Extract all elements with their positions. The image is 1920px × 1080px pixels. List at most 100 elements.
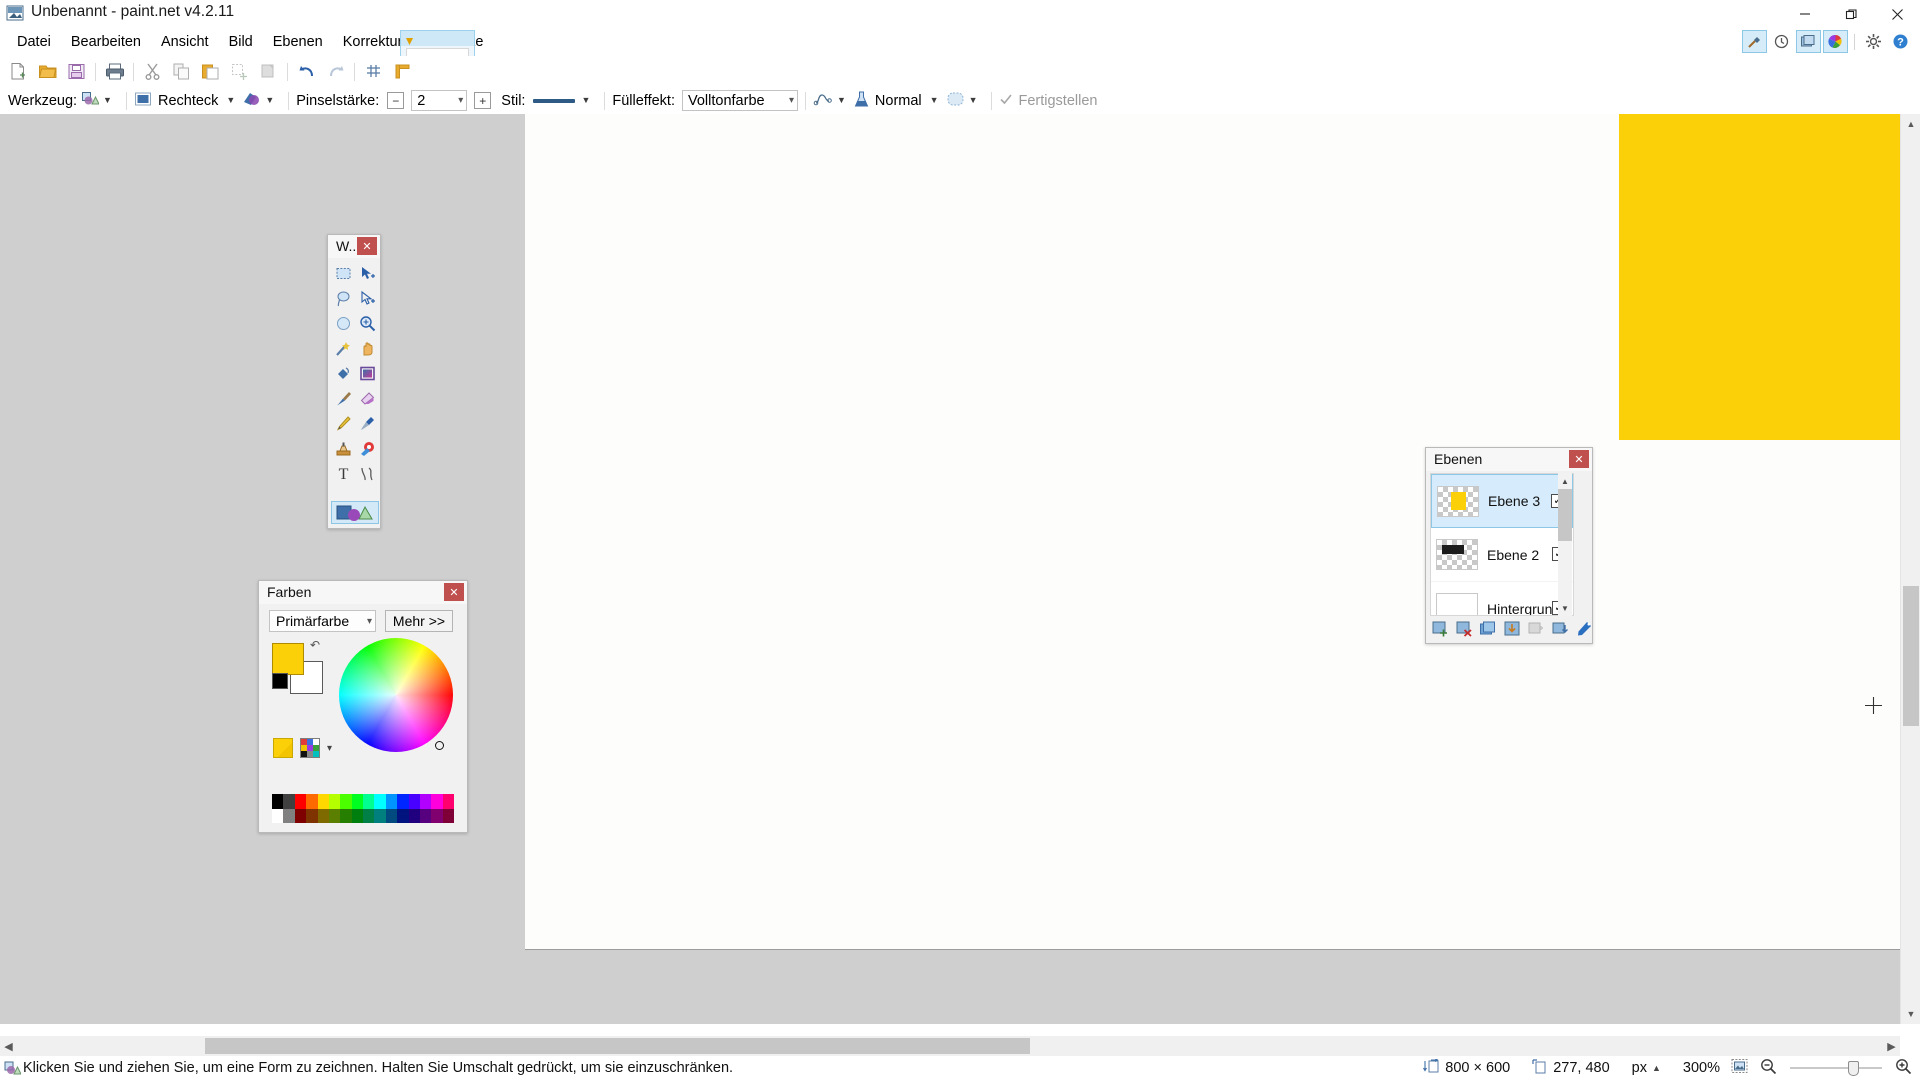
tool-pencil[interactable] <box>331 411 355 436</box>
color-mode-select[interactable]: Primärfarbe ▾ <box>269 610 376 632</box>
tool-paintbrush[interactable] <box>331 386 355 411</box>
shapes-tool-icon[interactable] <box>81 90 100 112</box>
layer-row-ebene-2[interactable]: Ebene 2 ✓ <box>1431 528 1573 582</box>
blend-mode-caret-icon[interactable]: ▼ <box>930 96 939 105</box>
tool-shapes[interactable] <box>331 501 379 524</box>
palette-swatch[interactable] <box>397 794 409 809</box>
zoom-in-icon[interactable] <box>1895 1058 1912 1079</box>
canvas-work-area[interactable] <box>0 114 1920 1024</box>
palette-swatch[interactable] <box>328 794 341 809</box>
palette-swatch[interactable] <box>328 808 341 823</box>
palette-swatch[interactable] <box>272 794 284 809</box>
tool-recolor[interactable] <box>355 436 379 461</box>
yellow-rectangle-shape[interactable] <box>1619 114 1914 440</box>
delete-layer-button[interactable] <box>1454 619 1474 639</box>
fit-to-window-icon[interactable] <box>1731 1058 1748 1078</box>
palette-swatch[interactable] <box>431 794 443 809</box>
fill-effect-select[interactable]: Volltonfarbe ▾ <box>681 90 798 111</box>
colors-window-titlebar[interactable]: Farben ✕ <box>259 581 467 604</box>
swap-colors-icon[interactable]: ↶ <box>310 638 320 652</box>
canvas-container[interactable] <box>525 114 1920 1061</box>
color-palette[interactable] <box>272 794 454 823</box>
canvas-page[interactable] <box>525 114 1915 950</box>
tool-move-selected[interactable] <box>355 261 379 286</box>
zoom-slider-thumb[interactable] <box>1848 1061 1859 1076</box>
chevron-up-icon[interactable]: ▲ <box>1901 114 1920 134</box>
palette-swatch[interactable] <box>363 808 375 823</box>
palette-swatch[interactable] <box>385 794 398 809</box>
chevron-down-icon[interactable]: ▼ <box>1558 600 1572 616</box>
layer-scroll-thumb[interactable] <box>1558 489 1572 541</box>
tool-move-selection[interactable] <box>355 286 379 311</box>
reset-colors-swatch[interactable] <box>272 673 288 689</box>
redo-button[interactable] <box>321 58 350 85</box>
merge-layer-down-button[interactable] <box>1502 619 1522 639</box>
vertical-scroll-thumb[interactable] <box>1903 586 1919 726</box>
tool-ellipse-select[interactable] <box>331 311 355 336</box>
tool-color-picker[interactable] <box>355 411 379 436</box>
tool-lasso-select[interactable] <box>331 286 355 311</box>
palette-swatch[interactable] <box>408 794 420 809</box>
palette-swatch[interactable] <box>419 808 432 823</box>
palette-swatch[interactable] <box>374 794 386 809</box>
print-button[interactable] <box>100 58 129 85</box>
zoom-slider[interactable] <box>1790 1060 1882 1076</box>
tool-rectangle-select[interactable] <box>331 261 355 286</box>
tool-eraser[interactable] <box>355 386 379 411</box>
paste-button[interactable] <box>196 58 225 85</box>
horizontal-scroll-thumb[interactable] <box>205 1038 1030 1054</box>
layer-properties-button[interactable] <box>1574 619 1594 639</box>
layers-window-titlebar[interactable]: Ebenen ✕ <box>1426 448 1592 471</box>
line-style-icon[interactable] <box>533 98 576 103</box>
palette-swatch[interactable] <box>363 794 375 809</box>
save-button[interactable] <box>62 58 91 85</box>
tools-window-titlebar[interactable]: W... ✕ <box>328 235 380 258</box>
shape-dropdown-caret-icon[interactable]: ▼ <box>226 96 235 105</box>
rulers-button[interactable] <box>388 58 417 85</box>
palette-swatch[interactable] <box>419 794 432 809</box>
colors-window[interactable]: Farben ✕ Primärfarbe ▾ Mehr >> ↶ ▾ <box>258 580 468 833</box>
copy-button[interactable] <box>167 58 196 85</box>
brush-width-decrement[interactable]: − <box>387 92 405 109</box>
tool-pan[interactable] <box>355 336 379 361</box>
brush-width-increment[interactable]: + <box>474 92 492 109</box>
antialiasing-caret-icon[interactable]: ▼ <box>837 96 846 105</box>
deselect-button[interactable] <box>254 58 283 85</box>
palette-swatch[interactable] <box>294 808 307 823</box>
tool-text[interactable]: T <box>331 461 355 486</box>
palette-swatch[interactable] <box>306 808 318 823</box>
palette-swatch[interactable] <box>385 808 398 823</box>
layers-window[interactable]: Ebenen ✕ Ebene 3 ✓ Ebene 2 ✓ Hintergrund <box>1425 447 1593 644</box>
palette-swatch[interactable] <box>306 794 318 809</box>
add-layer-button[interactable] <box>1430 619 1450 639</box>
tool-line-curve[interactable] <box>355 461 379 486</box>
palette-swatch[interactable] <box>442 808 454 823</box>
zoom-out-icon[interactable] <box>1760 1058 1777 1079</box>
palette-swatch[interactable] <box>374 808 386 823</box>
add-to-palette-icon[interactable] <box>273 738 293 758</box>
tool-clone-stamp[interactable] <box>331 436 355 461</box>
palette-swatch[interactable] <box>272 808 284 823</box>
tools-window[interactable]: W... ✕ T <box>327 234 381 529</box>
palette-swatch[interactable] <box>317 794 329 809</box>
finish-button[interactable]: Fertigstellen <box>999 92 1097 110</box>
layer-row-ebene-3[interactable]: Ebene 3 ✓ <box>1431 474 1573 528</box>
palette-swatch[interactable] <box>397 808 409 823</box>
palette-swatch[interactable] <box>317 808 329 823</box>
shape-type-caret-icon[interactable]: ▼ <box>265 96 274 105</box>
palette-swatch[interactable] <box>442 794 454 809</box>
chevron-up-icon[interactable]: ▲ <box>1558 473 1572 489</box>
cut-button[interactable] <box>138 58 167 85</box>
palette-swatch[interactable] <box>340 808 352 823</box>
chevron-left-icon[interactable]: ◀ <box>0 1036 17 1056</box>
canvas-vertical-scrollbar[interactable]: ▲ ▼ <box>1900 114 1920 1024</box>
palette-swatch[interactable] <box>431 808 443 823</box>
minimize-button[interactable] <box>1782 0 1828 28</box>
palette-swatch[interactable] <box>283 794 295 809</box>
open-button[interactable] <box>33 58 62 85</box>
palette-menu-caret-icon[interactable]: ▾ <box>327 743 332 754</box>
color-wheel-cursor[interactable] <box>435 741 444 750</box>
layer-row-hintergrund[interactable]: Hintergrund ✓ <box>1431 582 1573 615</box>
crop-to-selection-button[interactable] <box>225 58 254 85</box>
palette-swatch[interactable] <box>283 808 295 823</box>
